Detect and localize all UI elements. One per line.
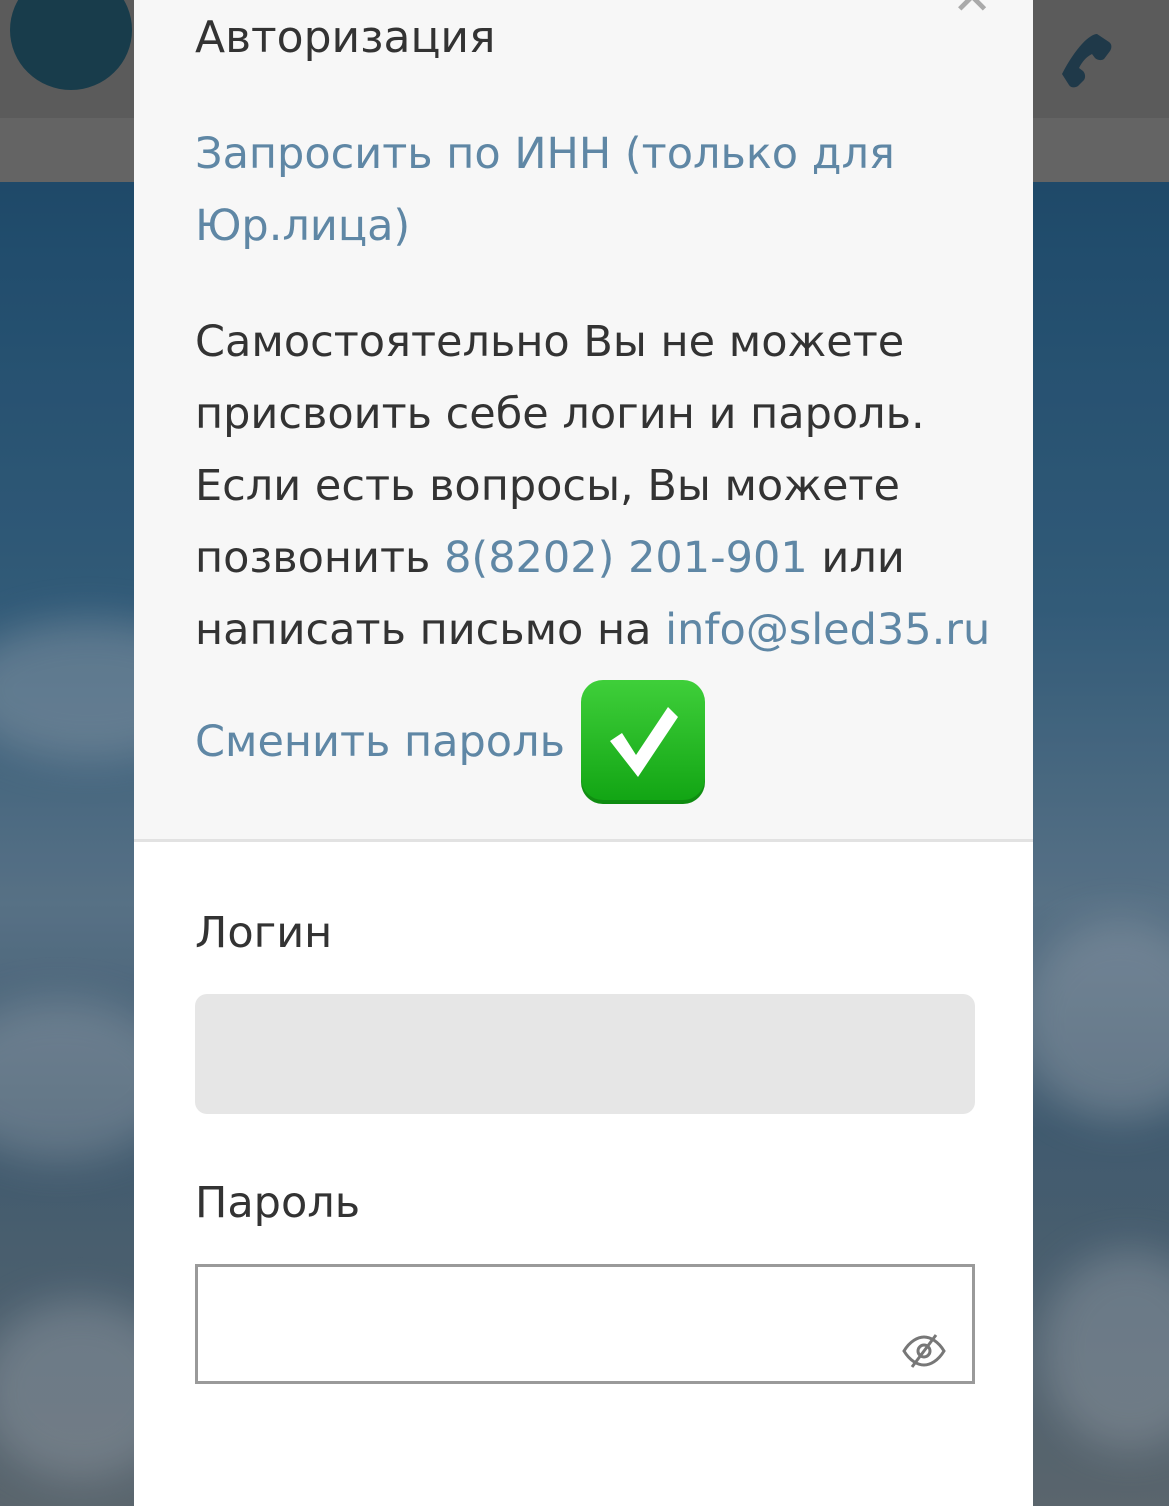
modal-title: Авторизация — [195, 12, 496, 63]
password-field — [195, 1264, 975, 1384]
auth-modal: Авторизация ✕ Запросить по ИНН (только д… — [134, 0, 1033, 1506]
modal-header: Авторизация ✕ Запросить по ИНН (только д… — [134, 0, 1033, 842]
login-label: Логин — [195, 908, 333, 958]
change-password-link[interactable]: Сменить пароль — [195, 717, 565, 767]
eye-slash-icon[interactable] — [902, 1333, 946, 1369]
info-text: Самостоятельно Вы не можете присвоить се… — [195, 306, 995, 666]
login-input[interactable] — [195, 994, 975, 1114]
phone-link[interactable]: 8(8202) 201-901 — [444, 533, 808, 583]
password-input[interactable] — [198, 1267, 972, 1381]
inn-request-link[interactable]: Запросить по ИНН (только для Юр.лица) — [195, 118, 915, 262]
change-password-row: Сменить пароль — [195, 680, 705, 804]
email-link[interactable]: info@sled35.ru — [665, 605, 990, 655]
close-icon[interactable]: ✕ — [952, 0, 992, 22]
check-mark-button-icon — [580, 680, 705, 804]
page: Авторизация ✕ Запросить по ИНН (только д… — [0, 0, 1169, 1506]
password-label: Пароль — [195, 1178, 361, 1228]
